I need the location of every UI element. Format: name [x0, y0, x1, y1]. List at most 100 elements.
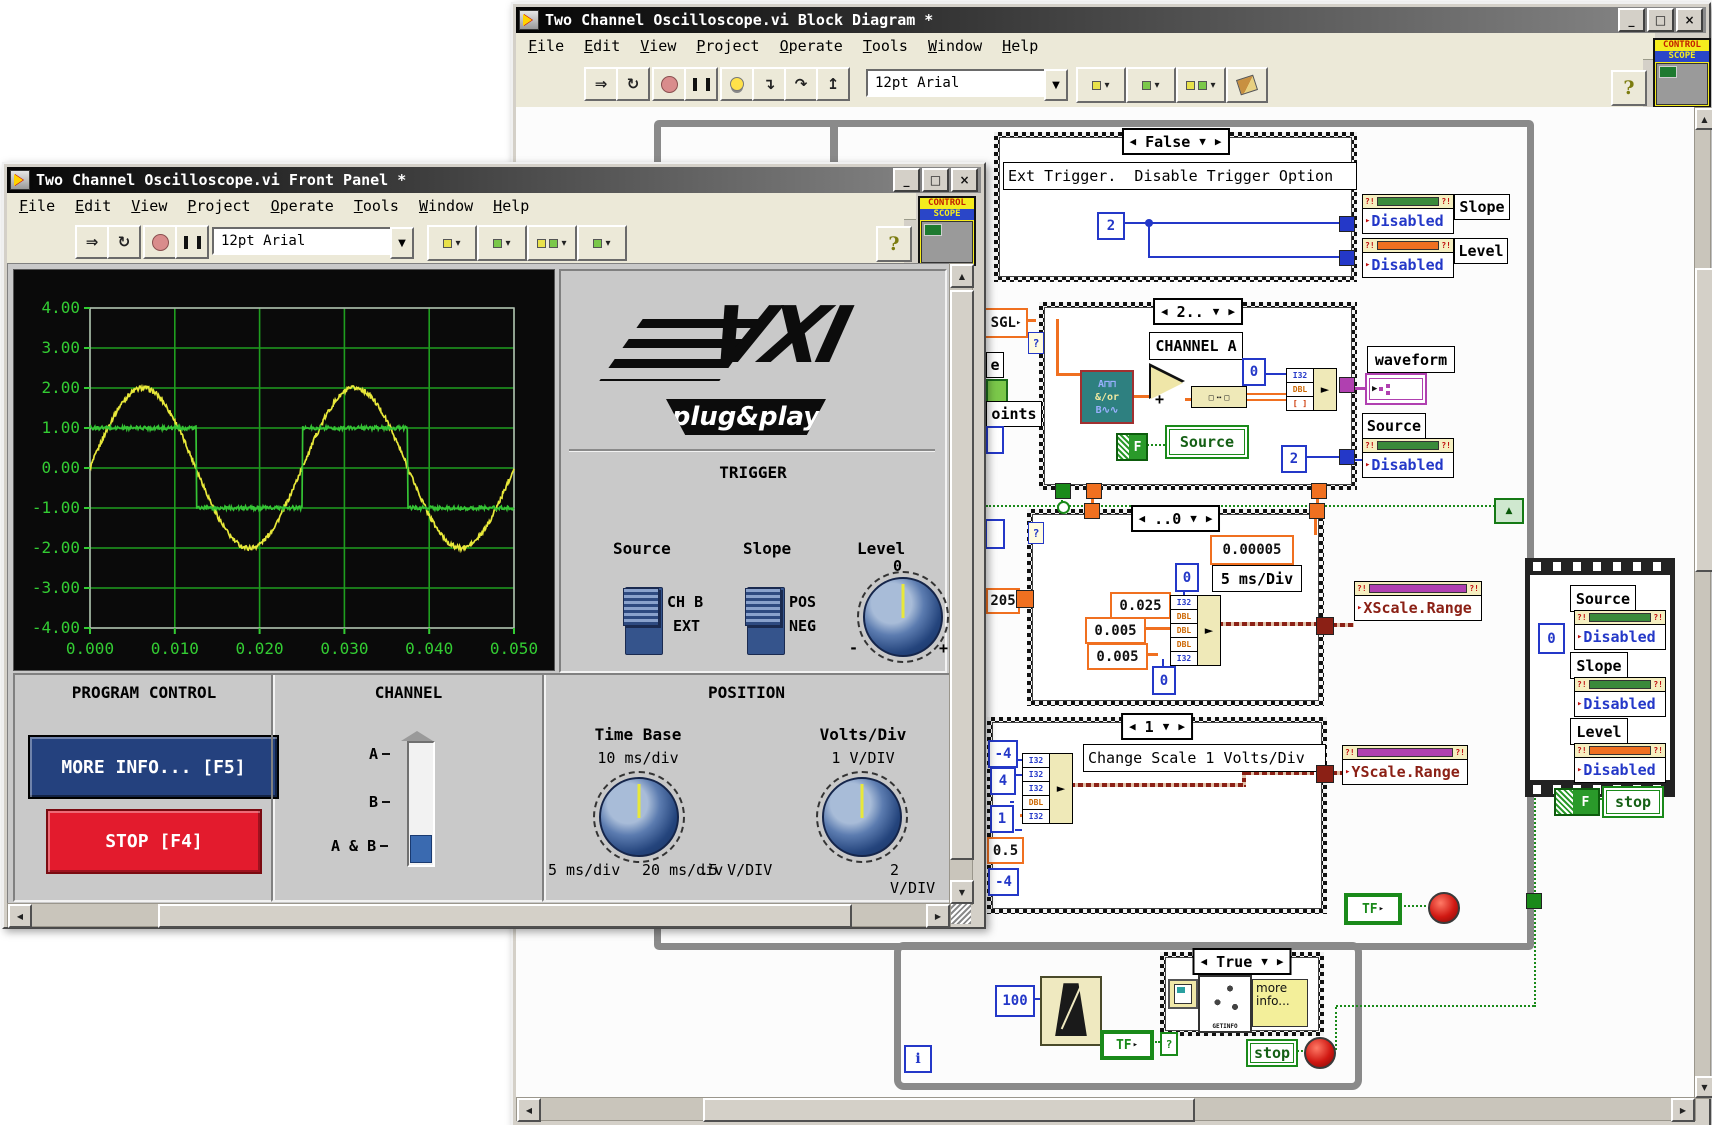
scroll-right-button[interactable]: ▶ — [1671, 1098, 1695, 1122]
case-selector[interactable]: ◀ False ▼ ▶ — [1121, 128, 1229, 155]
local-variable-stop[interactable]: stop — [1602, 786, 1664, 818]
reorder-button[interactable]: ▾ — [577, 225, 627, 261]
font-selector[interactable]: 12pt Arial — [866, 69, 1055, 97]
pause-button[interactable] — [684, 67, 718, 101]
scroll-up-button[interactable]: ▲ — [1695, 108, 1712, 130]
more-info-button[interactable]: MORE INFO... [F5] — [28, 735, 279, 799]
run-button[interactable]: ⇒ — [584, 67, 618, 101]
waveform-graph[interactable]: 4.003.002.001.000.00-1.00-2.00-3.00-4.00… — [13, 269, 555, 671]
next-case-icon[interactable]: ▶ — [1228, 305, 1235, 318]
channel-option-ab[interactable]: A & B — [331, 837, 388, 855]
previous-case-icon[interactable]: ◀ — [1201, 955, 1208, 968]
numeric-constant[interactable]: 0 — [1538, 623, 1565, 654]
ring-constant-sgl[interactable]: SGL▸ — [984, 308, 1028, 338]
step-over-button[interactable]: ↷ — [784, 67, 818, 101]
scroll-left-button[interactable]: ◀ — [8, 904, 32, 928]
property-node-source[interactable]: ?!?! ▸Disabled — [1362, 438, 1454, 478]
menu-item-window[interactable]: Window — [928, 37, 982, 55]
close-button[interactable]: × — [951, 168, 978, 192]
case-selector[interactable]: ◀ 2.. ▼ ▶ — [1153, 298, 1243, 325]
numeric-constant[interactable]: 0 — [1152, 666, 1176, 695]
numeric-constant[interactable]: 0.025 — [1110, 592, 1171, 619]
case-selector[interactable]: ◀ 1 ▼ ▶ — [1121, 713, 1193, 740]
numeric-constant[interactable]: 0.005 — [1087, 643, 1148, 670]
menu-item-file[interactable]: File — [19, 197, 55, 215]
menu-item-project[interactable]: Project — [696, 37, 759, 55]
resize-objects-button[interactable]: ▾ — [527, 225, 577, 261]
local-variable-source[interactable]: Source — [1165, 425, 1249, 459]
case-structure-voltsdiv[interactable]: ◀ 1 ▼ ▶ Change Scale 1 Volts/Div -4 4 1 … — [987, 717, 1327, 914]
numeric-constant[interactable]: 1 — [990, 805, 1014, 833]
numeric-constant[interactable]: 2 — [1281, 445, 1307, 473]
menu-item-edit[interactable]: Edit — [75, 197, 111, 215]
menu-item-help[interactable]: Help — [1002, 37, 1038, 55]
loop-condition-node[interactable]: ▲ — [1494, 498, 1524, 524]
boolean-terminal[interactable]: TF▸ — [1344, 893, 1402, 925]
numeric-constant[interactable]: 4 — [990, 767, 1016, 795]
scrollbar-thumb[interactable] — [158, 904, 852, 928]
menu-item-project[interactable]: Project — [187, 197, 250, 215]
highlight-execution-button[interactable] — [720, 67, 754, 101]
scroll-up-button[interactable]: ▲ — [950, 264, 974, 288]
menu-item-edit[interactable]: Edit — [584, 37, 620, 55]
volts-div-knob[interactable] — [822, 777, 902, 857]
scrollbar-thumb[interactable] — [1695, 268, 1712, 572]
vertical-scrollbar[interactable]: ▲ ▼ — [1694, 107, 1711, 1099]
case-structure-channel[interactable]: ◀ 2.. ▼ ▶ CHANNEL A A⊓⊓ &/or B∿∿ + □⋯□ 0… — [1039, 302, 1357, 490]
bundle-node[interactable]: I32 DBL DBL DBL I32 ► — [1170, 595, 1221, 666]
align-objects-button[interactable]: ▾ — [427, 225, 477, 261]
property-node-level[interactable]: ?!?! ▸Disabled — [1574, 743, 1666, 783]
time-base-knob[interactable] — [599, 777, 679, 857]
block-diagram-titlebar[interactable]: Two Channel Oscilloscope.vi Block Diagra… — [516, 7, 1706, 33]
numeric-constant[interactable]: 100 — [995, 985, 1035, 1017]
array-terminal[interactable] — [986, 379, 1008, 403]
run-continuous-button[interactable]: ↻ — [107, 225, 141, 259]
channel-option-a[interactable]: A — [369, 745, 390, 763]
distribute-objects-button[interactable]: ▾ — [1126, 67, 1176, 103]
property-node-slope[interactable]: ?!?! ▸Disabled — [1574, 677, 1666, 717]
case-structure-timebase[interactable]: ◀ ..0 ▼ ▶ 0.00005 5 ms/Div 0 0.025 0.005… — [1027, 509, 1324, 706]
bundle-node[interactable]: I32 DBL [ ] ► — [1286, 368, 1337, 411]
scrollbar-thumb[interactable] — [950, 290, 974, 860]
case-dropdown-icon[interactable]: ▼ — [1163, 720, 1170, 733]
abort-button[interactable] — [143, 225, 177, 259]
property-node-xscale[interactable]: ?!?! ▸XScale.Range — [1354, 581, 1482, 621]
scroll-left-button[interactable]: ◀ — [517, 1098, 541, 1122]
case-dropdown-icon[interactable]: ▼ — [1190, 512, 1197, 525]
boolean-false-constant[interactable]: F — [1116, 433, 1148, 461]
context-help-button[interactable]: ? — [876, 226, 912, 262]
next-case-icon[interactable]: ▶ — [1215, 135, 1222, 148]
menu-item-file[interactable]: File — [528, 37, 564, 55]
add-function-icon[interactable]: + — [1149, 381, 1185, 417]
distribute-objects-button[interactable]: ▾ — [477, 225, 527, 261]
menu-item-window[interactable]: Window — [419, 197, 473, 215]
pause-button[interactable] — [175, 225, 209, 259]
reorder-button[interactable]: ▾ — [1176, 67, 1226, 103]
case-structure-false[interactable]: ◀ False ▼ ▶ Ext Trigger. Disable Trigger… — [994, 132, 1357, 282]
maximize-button[interactable]: □ — [922, 168, 949, 192]
vi-icon-control-scope[interactable]: CONTROL SCOPE — [918, 196, 976, 266]
minimize-button[interactable]: _ — [893, 168, 920, 192]
abort-button[interactable] — [652, 67, 686, 101]
trigger-slope-switch[interactable] — [747, 587, 785, 655]
boolean-terminal[interactable]: TF▸ — [1100, 1030, 1154, 1060]
numeric-constant[interactable]: 2 — [1097, 212, 1125, 240]
menu-item-view[interactable]: View — [131, 197, 167, 215]
scrollbar-thumb[interactable] — [703, 1098, 1195, 1122]
case-selector[interactable]: ◀ ..0 ▼ ▶ — [1131, 505, 1221, 532]
menu-item-view[interactable]: View — [640, 37, 676, 55]
previous-case-icon[interactable]: ◀ — [1139, 512, 1146, 525]
property-node-yscale[interactable]: ?!?! ▸YScale.Range — [1342, 745, 1468, 785]
vertical-scrollbar[interactable]: ▲ ▼ — [949, 263, 973, 905]
boolean-false-constant[interactable]: F — [1554, 788, 1600, 816]
scroll-down-button[interactable]: ▼ — [1695, 1076, 1712, 1098]
waveform-generator-subvi-icon[interactable]: A⊓⊓ &/or B∿∿ — [1080, 370, 1134, 424]
previous-case-icon[interactable]: ◀ — [1129, 135, 1136, 148]
numeric-constant[interactable]: 0 — [1242, 358, 1266, 386]
menu-item-tools[interactable]: Tools — [863, 37, 908, 55]
property-node-slope[interactable]: ?!?! ▸Disabled — [1362, 194, 1454, 234]
array-function-icon[interactable]: □⋯□ — [1191, 386, 1247, 408]
case-structure-true[interactable]: ◀ True ▼ ▶ GETINFO more info... — [1160, 952, 1324, 1036]
menu-item-operate[interactable]: Operate — [271, 197, 334, 215]
font-dropdown-arrow[interactable]: ▼ — [1044, 69, 1068, 101]
